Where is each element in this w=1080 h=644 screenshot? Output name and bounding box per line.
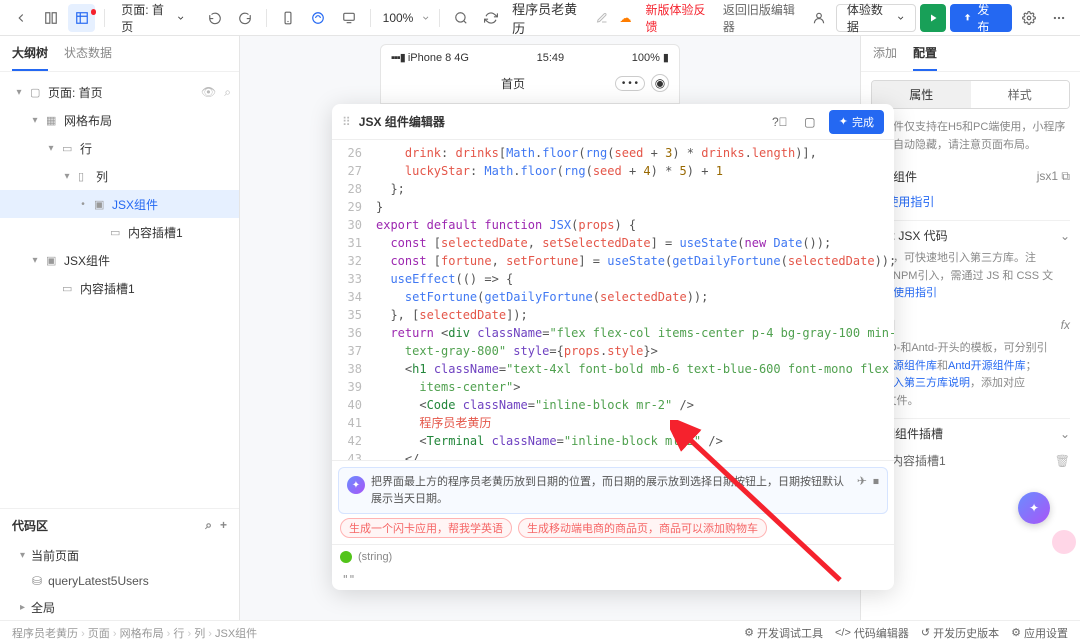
new-exp-feedback[interactable]: 新版体验反馈 bbox=[645, 1, 712, 35]
user-icon[interactable] bbox=[806, 4, 832, 32]
zoom-out-icon[interactable] bbox=[448, 4, 474, 32]
modal-title: JSX 组件编辑器 bbox=[359, 113, 761, 130]
upload-icon bbox=[962, 12, 973, 24]
tree-item[interactable]: •▣JSX组件 bbox=[0, 190, 239, 218]
app-settings-link[interactable]: ⚙ 应用设置 bbox=[1011, 625, 1068, 641]
current-page-node[interactable]: ▾ 当前页面 bbox=[0, 542, 239, 568]
suggestion-chip[interactable]: 生成一个闪卡应用，帮我学英语 bbox=[340, 518, 512, 538]
ai-float-button[interactable]: ✦ bbox=[1018, 492, 1050, 524]
suggestion-chip[interactable]: 生成移动端电商的商品页，商品可以添加购物车 bbox=[518, 518, 767, 538]
edit-icon[interactable] bbox=[589, 4, 615, 32]
tree: ▾▢页面: 首页👁⌕▾▦网格布局▾▭行▾▯列•▣JSX组件▭内容插槽1▾▣JSX… bbox=[0, 72, 239, 508]
topbar: 页面: 首页 100% 程序员老黄历 ☁ 新版体验反馈 返回旧版编辑器 体验数据… bbox=[0, 0, 1080, 36]
tree-item[interactable]: ▾▦网格布局 bbox=[0, 106, 239, 134]
phone-nav-title: 首页 bbox=[501, 75, 525, 92]
breadcrumb-item[interactable]: 行 bbox=[173, 628, 184, 640]
tab-add[interactable]: 添加 bbox=[873, 44, 897, 71]
sidebar-tabs: 大纲树 状态数据 bbox=[0, 36, 239, 72]
menu-dots-icon[interactable]: • • • bbox=[615, 76, 645, 91]
delete-icon[interactable]: 🗑 bbox=[1055, 454, 1070, 468]
jsx-editor-modal: ⠿ JSX 组件编辑器 ?⃝ ▢ ✦完成 2627282930313233343… bbox=[332, 104, 894, 590]
help-icon[interactable]: ?⃝ bbox=[769, 111, 791, 133]
undo-icon[interactable] bbox=[202, 4, 228, 32]
breadcrumb-item[interactable]: 网格布局 bbox=[120, 628, 164, 640]
breadcrumb-item[interactable]: 列 bbox=[194, 628, 205, 640]
expand-icon[interactable]: ▢ bbox=[799, 111, 821, 133]
plus-icon[interactable]: + bbox=[220, 518, 227, 533]
chevron-down-icon bbox=[176, 13, 185, 23]
gear-icon[interactable] bbox=[1016, 4, 1042, 32]
layout-icon[interactable] bbox=[38, 4, 64, 32]
play-button[interactable] bbox=[920, 4, 946, 32]
seg-control: 属性 样式 bbox=[871, 80, 1070, 109]
tree-item[interactable]: ▾▣JSX组件 bbox=[0, 246, 239, 274]
fx-icon[interactable]: fx bbox=[1061, 318, 1070, 332]
publish-button[interactable]: 发布 bbox=[950, 4, 1011, 32]
history-link[interactable]: ↺ 开发历史版本 bbox=[921, 625, 999, 641]
page-title: 程序员老黄历 bbox=[512, 0, 585, 37]
target-icon[interactable]: ◉ bbox=[651, 74, 669, 92]
tab-outline[interactable]: 大纲树 bbox=[12, 44, 48, 71]
device-desktop-icon[interactable] bbox=[335, 4, 361, 32]
dev-tools-link[interactable]: ⚙ 开发调试工具 bbox=[744, 625, 823, 641]
stop-icon[interactable]: ⏹ bbox=[873, 474, 879, 489]
send-icon[interactable]: ✈ bbox=[857, 474, 867, 489]
cloud-icon[interactable]: ☁ bbox=[619, 11, 631, 25]
query-item[interactable]: ⛁ queryLatest5Users bbox=[0, 568, 239, 594]
phone-battery: 100% ▮ bbox=[632, 51, 669, 64]
device-mobile-icon[interactable] bbox=[275, 4, 301, 32]
breadcrumb: 程序员老黄历 › 页面 › 网格布局 › 行 › 列 › JSX组件 ⚙ 开发调… bbox=[0, 620, 1080, 644]
drag-icon[interactable]: ⠿ bbox=[342, 115, 351, 129]
sidebar: 大纲树 状态数据 ▾▢页面: 首页👁⌕▾▦网格布局▾▭行▾▯列•▣JSX组件▭内… bbox=[0, 36, 240, 620]
database-icon: ⛁ bbox=[32, 574, 42, 588]
tree-item[interactable]: ▭内容插槽1 bbox=[0, 218, 239, 246]
breadcrumb-item[interactable]: 程序员老黄历 bbox=[12, 628, 78, 640]
prompt-text[interactable]: 把界面最上方的程序员老黄历放到日期的位置，而日期的展示放到选择日期按钮上，日期按… bbox=[371, 474, 851, 507]
tree-item[interactable]: ▭内容插槽1 bbox=[0, 274, 239, 302]
result-row: (string) bbox=[332, 544, 894, 569]
copy-icon[interactable]: ⧉ bbox=[1061, 169, 1070, 183]
right-tabs: 添加 配置 bbox=[861, 36, 1080, 72]
chevron-down-icon[interactable]: ⌄ bbox=[1060, 427, 1070, 441]
phone-time: 15:49 bbox=[537, 52, 565, 64]
feedback-float-button[interactable] bbox=[1052, 530, 1076, 554]
code-editor-link[interactable]: </> 代码编辑器 bbox=[835, 625, 909, 641]
breadcrumb-item[interactable]: JSX组件 bbox=[215, 628, 257, 640]
status-ok-icon bbox=[340, 551, 352, 563]
search-icon[interactable]: ⌕ bbox=[205, 518, 212, 533]
tree-item[interactable]: ▾▯列 bbox=[0, 162, 239, 190]
zoom-value[interactable]: 100% bbox=[379, 11, 418, 25]
chevron-down-icon[interactable]: ⌄ bbox=[1060, 229, 1070, 243]
tree-item[interactable]: ▾▭行 bbox=[0, 134, 239, 162]
more-icon[interactable] bbox=[1046, 4, 1072, 32]
search-icon[interactable]: ⌕ bbox=[224, 85, 231, 100]
chevron-down-icon bbox=[896, 13, 905, 23]
exp-data-button[interactable]: 体验数据 bbox=[836, 4, 916, 32]
tab-config[interactable]: 配置 bbox=[913, 44, 937, 71]
back-icon[interactable] bbox=[8, 4, 34, 32]
code-section-header: 代码区 ⌕ + bbox=[0, 508, 239, 542]
chevron-down-icon bbox=[421, 13, 430, 23]
page-selector[interactable]: 页面: 首页 bbox=[113, 4, 193, 32]
magic-icon: ✦ bbox=[839, 115, 848, 128]
refresh-icon[interactable] bbox=[478, 4, 504, 32]
compat-notice: 前组件仅支持在H5和PC端使用，小程序中将自动隐藏，请注意页面布局。 bbox=[871, 119, 1070, 154]
breadcrumb-item[interactable]: 页面 bbox=[88, 628, 110, 640]
tree-item[interactable]: ▾▢页面: 首页👁⌕ bbox=[0, 78, 239, 106]
tab-state[interactable]: 状态数据 bbox=[64, 44, 112, 71]
page-selector-label: 页面: 首页 bbox=[121, 1, 172, 35]
ai-avatar-icon: ✦ bbox=[347, 476, 365, 494]
device-tablet-icon[interactable] bbox=[305, 4, 331, 32]
tree-view-icon[interactable] bbox=[68, 4, 94, 32]
done-button[interactable]: ✦完成 bbox=[829, 110, 884, 134]
code-editor[interactable]: 26272829303132333435363738394041424344 d… bbox=[332, 140, 894, 460]
redo-icon[interactable] bbox=[232, 4, 258, 32]
global-node[interactable]: ▸ 全局 bbox=[0, 594, 239, 620]
back-old-editor[interactable]: 返回旧版编辑器 bbox=[723, 1, 802, 35]
eye-icon[interactable]: 👁 bbox=[201, 85, 216, 99]
phone-carrier: ▪▪▪▮ iPhone 8 4G bbox=[391, 51, 469, 64]
seg-style[interactable]: 样式 bbox=[971, 81, 1070, 108]
phone-preview: ▪▪▪▮ iPhone 8 4G 15:49 100% ▮ 首页 • • • ◉ bbox=[380, 44, 680, 104]
ai-prompt-area: ✦ 把界面最上方的程序员老黄历放到日期的位置，而日期的展示放到选择日期按钮上，日… bbox=[332, 460, 894, 544]
